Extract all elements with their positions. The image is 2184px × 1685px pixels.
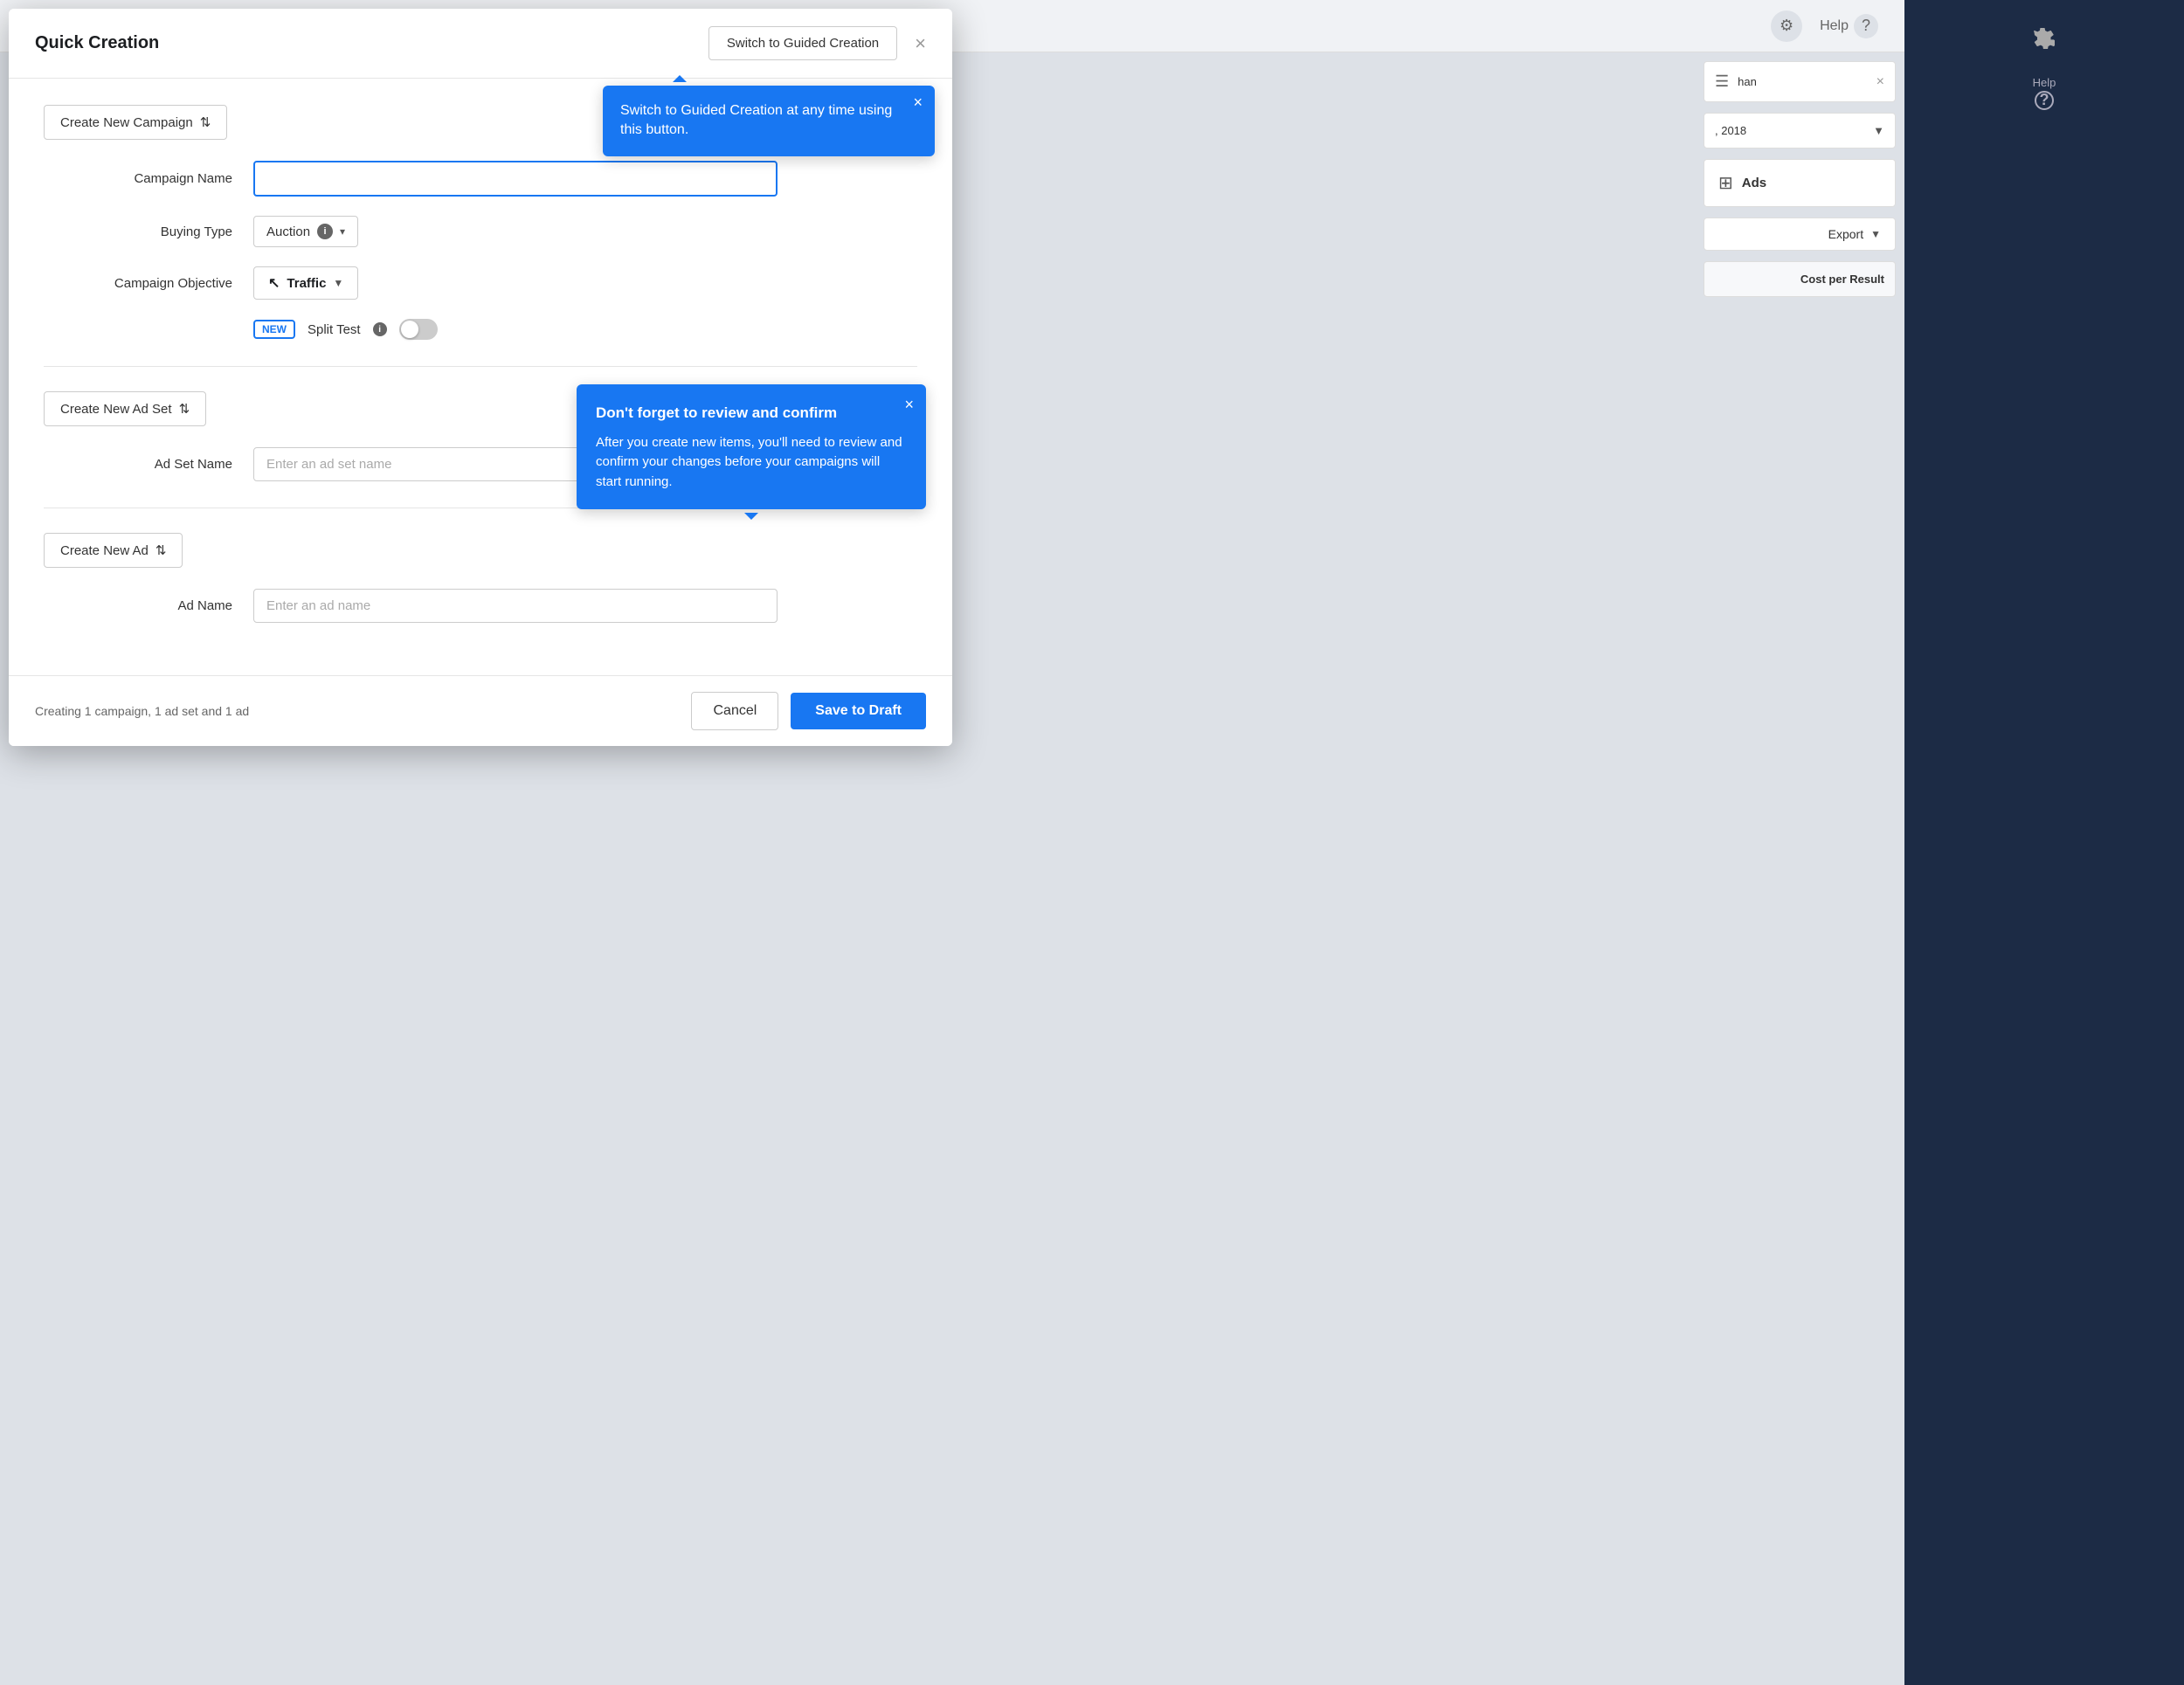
confirm-tooltip: × Don't forget to review and confirm Aft… [577, 384, 926, 509]
buying-type-value: Auction [266, 224, 310, 239]
buying-type-chevron-icon: ▾ [340, 225, 345, 238]
modal-header-actions: Switch to Guided Creation × × Switch to … [708, 26, 926, 60]
buying-type-row: Buying Type Auction i ▾ [44, 216, 917, 247]
help-icon[interactable]: Help ? [2023, 72, 2065, 114]
right-panel: ☰ han × , 2018 ▼ ⊞ Ads Export ▼ Cost per… [1704, 61, 1896, 297]
panel-item-1: ☰ han × [1704, 61, 1896, 102]
panel-ads: ⊞ Ads [1704, 159, 1896, 207]
ad-set-name-label: Ad Set Name [44, 457, 253, 472]
create-ad-label: Create New Ad [60, 543, 149, 558]
switch-guided-button[interactable]: Switch to Guided Creation [708, 26, 897, 60]
tooltip-guided-text: Switch to Guided Creation at any time us… [620, 103, 892, 137]
ads-icon: ⊞ [1718, 172, 1733, 194]
panel-date[interactable]: , 2018 ▼ [1704, 113, 1896, 148]
ad-name-input[interactable] [253, 589, 778, 623]
ad-name-row: Ad Name [44, 589, 917, 623]
cost-label: Cost per Result [1800, 273, 1884, 286]
footer-info-text: Creating 1 campaign, 1 ad set and 1 ad [35, 704, 249, 718]
right-sidebar: Help ? [1904, 0, 2184, 1685]
create-new-ad-button[interactable]: Create New Ad ⇅ [44, 533, 183, 568]
ad-set-btn-icon: ⇅ [179, 401, 190, 417]
split-test-info-icon[interactable]: i [373, 322, 387, 336]
modal-close-button[interactable]: × [915, 34, 926, 53]
ad-name-input-wrap [253, 589, 778, 623]
chevron-down-icon: ▼ [1873, 124, 1884, 137]
modal-body: Create New Campaign ⇅ Campaign Name Buyi… [9, 79, 952, 675]
export-button[interactable]: Export ▼ [1704, 218, 1896, 251]
campaign-objective-row: Campaign Objective ↖ Traffic ▼ [44, 266, 917, 300]
help-question-icon[interactable]: ? [1854, 14, 1878, 38]
cursor-icon: ↖ [268, 274, 280, 292]
create-new-campaign-button[interactable]: Create New Campaign ⇅ [44, 105, 227, 140]
campaign-form: Campaign Name Buying Type Auction i ▾ [44, 161, 917, 340]
ads-label: Ads [1742, 176, 1766, 190]
top-gear-icon[interactable]: ⚙ [1771, 10, 1802, 42]
help-text: Help [1820, 18, 1849, 34]
gear-icon[interactable] [2023, 17, 2065, 59]
export-chevron-icon: ▼ [1870, 228, 1881, 240]
ad-btn-icon: ⇅ [156, 542, 167, 558]
page-wrapper: Help ? ☰ han × , 2018 ▼ ⊞ Ads Export ▼ C… [0, 0, 2184, 1685]
split-test-label: Split Test [308, 322, 361, 337]
tooltip-guided-close[interactable]: × [913, 94, 923, 110]
panel-text-1: han [1738, 75, 1868, 88]
create-ad-set-label: Create New Ad Set [60, 402, 172, 417]
campaign-name-label: Campaign Name [44, 171, 253, 186]
campaign-name-input-wrap [253, 161, 778, 197]
campaign-btn-icon: ⇅ [200, 114, 211, 130]
footer-actions: Cancel Save to Draft [691, 692, 926, 730]
split-test-row: NEW Split Test i [44, 319, 917, 340]
campaign-objective-select[interactable]: ↖ Traffic ▼ [253, 266, 358, 300]
top-bar-icons: ⚙ Help ? [1771, 10, 1878, 42]
ad-section: Create New Ad ⇅ Ad Name × Don't forget t… [44, 533, 917, 623]
objective-chevron-icon: ▼ [333, 277, 343, 289]
buying-type-control-wrap: Auction i ▾ [253, 216, 778, 247]
section-divider-1 [44, 366, 917, 367]
save-draft-button[interactable]: Save to Draft [791, 693, 926, 729]
cancel-button[interactable]: Cancel [691, 692, 778, 730]
confirm-tooltip-body: After you create new items, you'll need … [596, 433, 907, 493]
modal-title: Quick Creation [35, 33, 159, 53]
campaign-objective-value: Traffic [287, 276, 326, 291]
panel-icon-1: ☰ [1715, 73, 1729, 91]
buying-type-info-icon[interactable]: i [317, 224, 333, 239]
ad-name-label: Ad Name [44, 598, 253, 613]
top-help[interactable]: Help ? [1820, 14, 1878, 38]
export-label: Export [1828, 227, 1863, 241]
switch-guided-tooltip: × Switch to Guided Creation at any time … [603, 86, 935, 156]
create-new-ad-set-button[interactable]: Create New Ad Set ⇅ [44, 391, 206, 426]
ad-form: Ad Name [44, 589, 917, 623]
buying-type-select[interactable]: Auction i ▾ [253, 216, 358, 247]
create-campaign-label: Create New Campaign [60, 115, 193, 130]
panel-date-value: , 2018 [1715, 124, 1746, 137]
modal-header: Quick Creation Switch to Guided Creation… [9, 9, 952, 79]
panel-close-1[interactable]: × [1876, 74, 1884, 90]
split-test-new-badge: NEW [253, 320, 295, 339]
confirm-tooltip-close[interactable]: × [904, 393, 914, 417]
quick-creation-modal: Quick Creation Switch to Guided Creation… [9, 9, 952, 746]
cost-per-result-header: Cost per Result [1704, 261, 1896, 297]
campaign-name-input[interactable] [253, 161, 778, 197]
split-test-toggle[interactable] [399, 319, 438, 340]
campaign-objective-control-wrap: ↖ Traffic ▼ [253, 266, 778, 300]
modal-footer: Creating 1 campaign, 1 ad set and 1 ad C… [9, 675, 952, 746]
buying-type-label: Buying Type [44, 224, 253, 239]
confirm-tooltip-title: Don't forget to review and confirm [596, 402, 907, 425]
campaign-objective-label: Campaign Objective [44, 276, 253, 291]
campaign-name-row: Campaign Name [44, 161, 917, 197]
